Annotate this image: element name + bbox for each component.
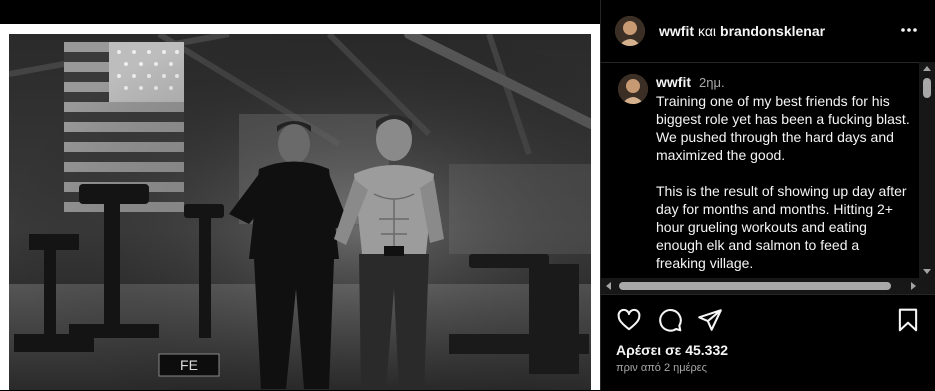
post-photo[interactable]: FE [9, 34, 591, 390]
horizontal-scrollbar[interactable] [601, 278, 921, 294]
post-header: wwfit και brandonsklenar [601, 0, 935, 63]
save-button[interactable] [895, 307, 921, 333]
scroll-up-arrow-icon[interactable] [923, 66, 931, 71]
bookmark-icon [898, 308, 918, 332]
author-username[interactable]: wwfit [659, 23, 694, 39]
gym-photo-illustration: FE [9, 34, 591, 390]
send-icon [698, 309, 722, 331]
photo-frame: FE [0, 24, 600, 390]
caption-avatar[interactable] [618, 74, 648, 104]
post-date[interactable]: πριν από 2 ημέρες [616, 362, 707, 374]
more-horizontal-icon [901, 28, 917, 32]
post-media-pane: FE [0, 0, 600, 390]
caption-timestamp[interactable]: 2ημ. [699, 75, 725, 90]
vertical-scroll-thumb[interactable] [923, 78, 931, 98]
collaborator-username[interactable]: brandonsklenar [720, 23, 825, 39]
likes-count[interactable]: Αρέσει σε 45.332 [616, 342, 728, 358]
heart-icon [617, 308, 641, 331]
comment-icon [659, 309, 682, 332]
caption-text: Training one of my best friends for his … [656, 92, 911, 278]
vertical-scrollbar[interactable] [919, 62, 935, 278]
horizontal-scroll-thumb[interactable] [619, 282, 891, 290]
comment-button[interactable] [657, 307, 683, 333]
caption-paragraph: This is the result of showing up day aft… [656, 183, 907, 271]
like-button[interactable] [616, 307, 642, 333]
caption-paragraph: Training one of my best friends for his … [656, 93, 910, 163]
post-authors: wwfit και brandonsklenar [659, 23, 825, 39]
post-actions: Αρέσει σε 45.332 πριν από 2 ημέρες [601, 294, 935, 391]
post-sidebar: wwfit και brandonsklenar wwfit 2ημ. Traini… [600, 0, 935, 390]
scroll-right-arrow-icon[interactable] [911, 282, 916, 290]
scrollbar-corner [921, 278, 935, 294]
gym-sign-text: FE [180, 357, 198, 373]
caption-area[interactable]: wwfit 2ημ. Training one of my best frien… [601, 62, 935, 278]
caption-username[interactable]: wwfit [656, 74, 691, 90]
scroll-left-arrow-icon[interactable] [606, 282, 611, 290]
collab-connector: και [698, 23, 717, 39]
scroll-down-arrow-icon[interactable] [923, 269, 931, 274]
avatar-image [615, 16, 645, 46]
avatar-image [618, 74, 648, 104]
share-button[interactable] [697, 307, 723, 333]
avatar[interactable] [615, 16, 645, 46]
more-options-button[interactable] [897, 20, 921, 40]
